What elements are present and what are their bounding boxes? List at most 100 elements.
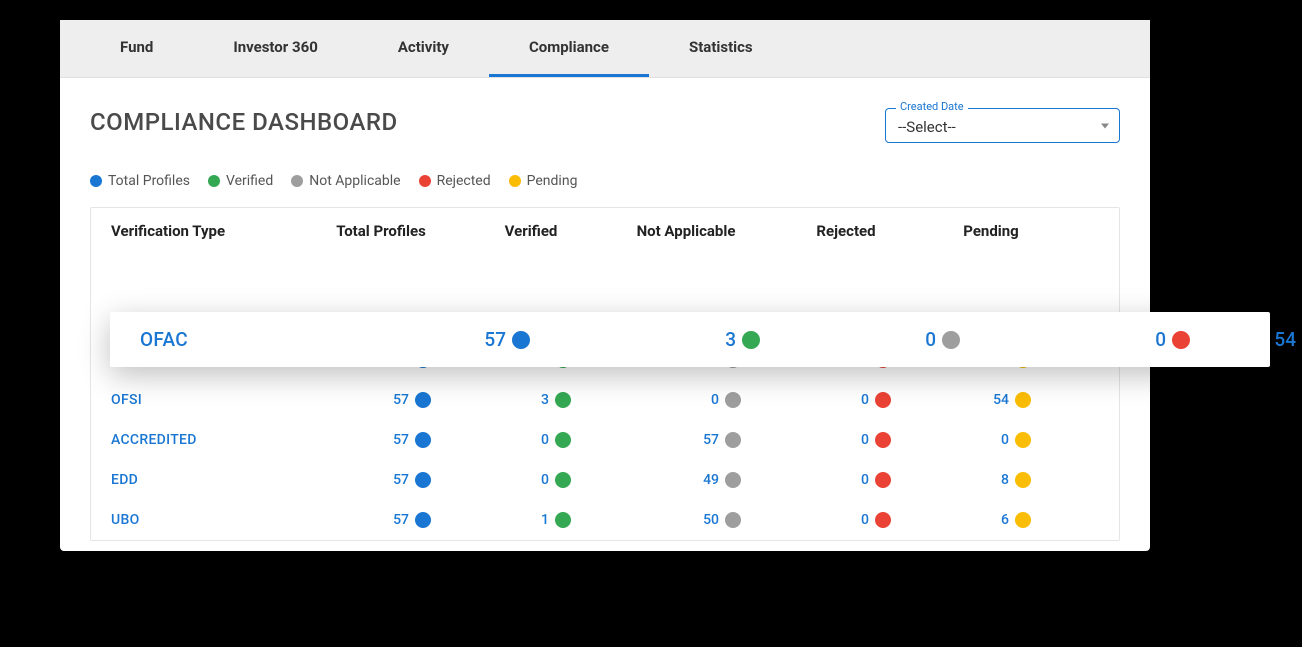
value: 0	[861, 432, 869, 448]
cell-verified: 0	[461, 472, 601, 488]
tab-bar: Fund Investor 360 Activity Compliance St…	[60, 20, 1150, 78]
select-value: --Select--	[898, 118, 956, 136]
dot-yellow-icon	[1015, 392, 1031, 408]
table-row[interactable]: EDD5704908	[91, 460, 1119, 500]
dot-grey-icon	[725, 432, 741, 448]
cell-na: 0	[601, 392, 771, 408]
tab-fund[interactable]: Fund	[80, 20, 193, 77]
cell-na: 49	[601, 472, 771, 488]
cell-rejected: 0	[771, 432, 921, 448]
dot-green-icon	[555, 392, 571, 408]
highlight-placeholder	[91, 254, 1119, 300]
value: 57	[703, 432, 719, 448]
dot-yellow-icon	[1015, 512, 1031, 528]
dot-blue-icon	[512, 331, 530, 349]
header-row: COMPLIANCE DASHBOARD Created Date --Sele…	[90, 108, 1120, 143]
legend-label: Rejected	[437, 173, 491, 189]
dot-green-icon	[208, 175, 220, 187]
legend-verified: Verified	[208, 173, 273, 189]
compliance-table: Verification Type Total Profiles Verifie…	[90, 207, 1120, 541]
cell-na: 50	[601, 512, 771, 528]
cell-pending: 54	[1230, 328, 1302, 351]
value: 0	[541, 472, 549, 488]
cell-rejected: 0	[1000, 328, 1230, 351]
legend-label: Total Profiles	[108, 173, 190, 189]
row-type[interactable]: ACCREDITED	[111, 432, 301, 448]
col-verification-type: Verification Type	[111, 222, 301, 240]
dot-red-icon	[875, 392, 891, 408]
app-window: Fund Investor 360 Activity Compliance St…	[60, 20, 1150, 551]
cell-total: 57	[301, 432, 461, 448]
col-not-applicable: Not Applicable	[601, 222, 771, 240]
dot-grey-icon	[291, 175, 303, 187]
col-verified: Verified	[461, 222, 601, 240]
value: 0	[1155, 328, 1166, 351]
legend-label: Verified	[226, 173, 273, 189]
dot-grey-icon	[725, 392, 741, 408]
select-label: Created Date	[896, 100, 968, 113]
row-type[interactable]: EDD	[111, 472, 301, 488]
dot-red-icon	[875, 512, 891, 528]
value: 3	[725, 328, 736, 351]
cell-verified: 1	[461, 512, 601, 528]
dot-grey-icon	[942, 331, 960, 349]
value: 57	[393, 432, 409, 448]
value: 57	[393, 472, 409, 488]
value: 57	[484, 328, 506, 351]
table-row[interactable]: UBO5715006	[91, 500, 1119, 540]
tab-investor-360[interactable]: Investor 360	[193, 20, 358, 77]
dot-grey-icon	[725, 512, 741, 528]
legend-total-profiles: Total Profiles	[90, 173, 190, 189]
created-date-select[interactable]: Created Date --Select--	[885, 108, 1120, 143]
dot-yellow-icon	[1015, 432, 1031, 448]
col-pending: Pending	[921, 222, 1061, 240]
value: 54	[993, 392, 1009, 408]
cell-pending: 8	[921, 472, 1061, 488]
col-total-profiles: Total Profiles	[301, 222, 461, 240]
legend-rejected: Rejected	[419, 173, 491, 189]
value: 0	[861, 392, 869, 408]
legend-pending: Pending	[509, 173, 578, 189]
dot-green-icon	[555, 512, 571, 528]
legend-label: Pending	[527, 173, 578, 189]
row-type[interactable]: OFAC	[140, 328, 340, 351]
value: 0	[925, 328, 936, 351]
dot-red-icon	[419, 175, 431, 187]
row-type[interactable]: OFSI	[111, 392, 301, 408]
legend-label: Not Applicable	[309, 173, 400, 189]
legend: Total Profiles Verified Not Applicable R…	[90, 173, 1120, 189]
chevron-down-icon	[1101, 123, 1109, 128]
table-row[interactable]: OFSI573 0 0 54	[91, 380, 1119, 420]
cell-total: 57	[340, 328, 570, 351]
cell-na: 57	[601, 432, 771, 448]
value: 6	[1001, 512, 1009, 528]
highlighted-row[interactable]: OFAC 57 3 0 0 54	[110, 312, 1270, 367]
dot-green-icon	[555, 472, 571, 488]
dot-green-icon	[555, 432, 571, 448]
dot-blue-icon	[415, 392, 431, 408]
cell-pending: 0	[921, 432, 1061, 448]
cell-rejected: 0	[771, 472, 921, 488]
value: 0	[711, 392, 719, 408]
table-header: Verification Type Total Profiles Verifie…	[91, 208, 1119, 254]
cell-pending: 6	[921, 512, 1061, 528]
cell-total: 57	[301, 392, 461, 408]
dot-yellow-icon	[509, 175, 521, 187]
dot-red-icon	[875, 432, 891, 448]
value: 1	[541, 512, 549, 528]
tab-activity[interactable]: Activity	[358, 20, 489, 77]
cell-rejected: 0	[771, 512, 921, 528]
dot-grey-icon	[725, 472, 741, 488]
tab-compliance[interactable]: Compliance	[489, 20, 649, 77]
row-type[interactable]: UBO	[111, 512, 301, 528]
cell-pending: 54	[921, 392, 1061, 408]
cell-verified: 0	[461, 432, 601, 448]
dot-blue-icon	[415, 432, 431, 448]
tab-statistics[interactable]: Statistics	[649, 20, 793, 77]
value: 0	[541, 432, 549, 448]
value: 54	[1274, 328, 1296, 351]
cell-verified: 3	[461, 392, 601, 408]
table-row[interactable]: ACCREDITED 57 0 57 0 0	[91, 420, 1119, 460]
dot-blue-icon	[415, 472, 431, 488]
dot-green-icon	[742, 331, 760, 349]
